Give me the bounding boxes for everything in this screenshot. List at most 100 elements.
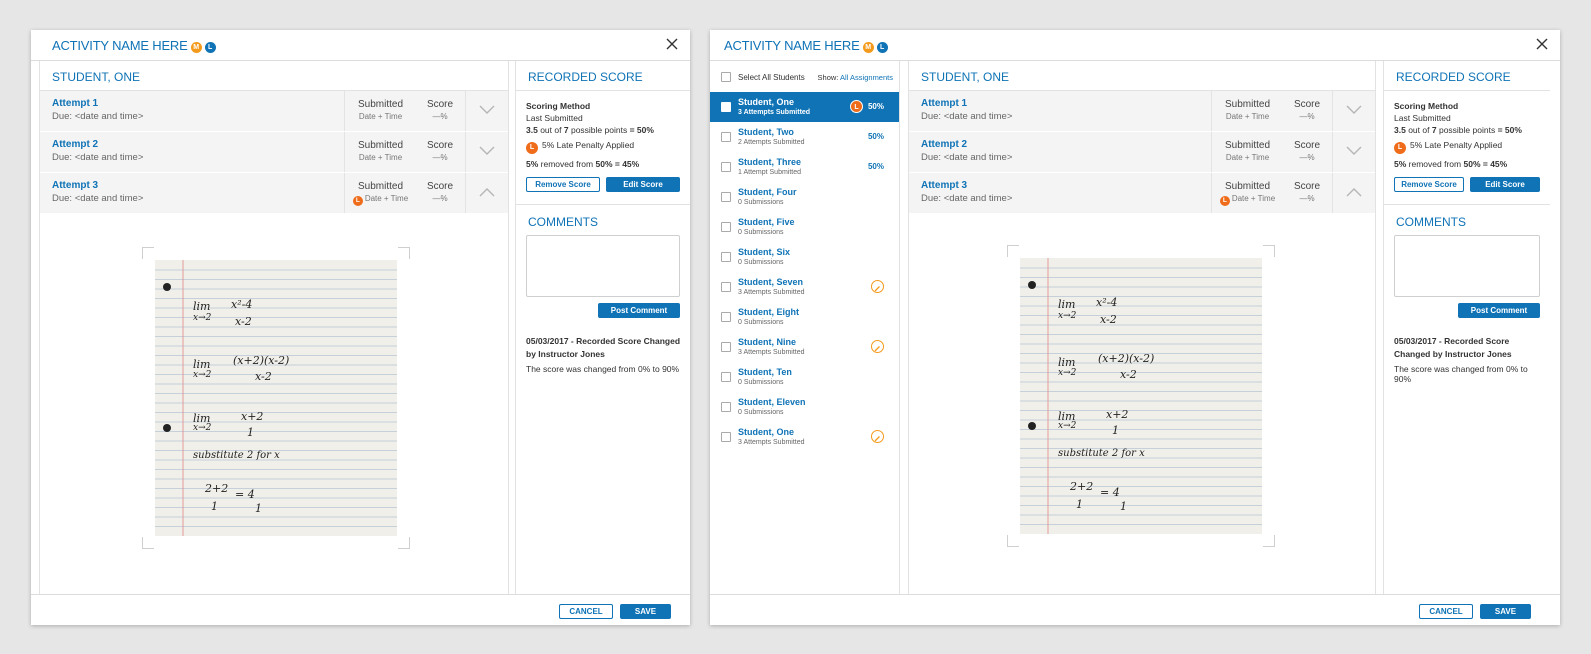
- show-filter[interactable]: Show: All Assignments: [818, 73, 893, 82]
- student-name[interactable]: Student, Seven: [738, 277, 803, 287]
- student-name[interactable]: Student, Three: [738, 157, 801, 167]
- submission-image: lim x→2 x²-4 x-2 lim x→2 (x+2)(x-2) x-2 lim x→2 x+…: [155, 260, 397, 536]
- scoring-method-label: Scoring Method: [1394, 101, 1459, 111]
- attempt-toggle[interactable]: [1332, 132, 1375, 172]
- handwriting-text: x→2: [1058, 421, 1077, 431]
- cancel-button[interactable]: CANCEL: [1419, 604, 1473, 619]
- close-icon[interactable]: [664, 36, 680, 52]
- attempt-name[interactable]: Attempt 3: [921, 180, 967, 191]
- edit-score-button[interactable]: Edit Score: [1470, 177, 1540, 192]
- handwriting-text: x²-4: [231, 298, 253, 311]
- student-roster: Select All Students Show: All Assignment…: [710, 61, 900, 594]
- comments-section: COMMENTS Post Comment 05/03/2017 - Recorde…: [516, 205, 690, 374]
- student-checkbox[interactable]: [721, 402, 731, 412]
- needs-grading-icon[interactable]: [871, 280, 884, 293]
- attempt-name[interactable]: Attempt 2: [52, 139, 98, 150]
- attempt-due: Due: <date and time>: [52, 193, 144, 204]
- handwriting-text: 1: [211, 500, 218, 513]
- penalty-calculation: 5% removed from 50% = 45%: [526, 159, 640, 169]
- student-list-item[interactable]: Student, Ten 0 Submissions: [710, 362, 899, 392]
- student-list-item[interactable]: Student, One 3 Attempts Submitted: [710, 422, 899, 452]
- student-name[interactable]: Student, Eight: [738, 307, 799, 317]
- handwriting-text: (x+2)(x-2): [1098, 352, 1155, 365]
- attempt-row[interactable]: Attempt 1 Due: <date and time> Submitted Da…: [909, 91, 1375, 132]
- handwriting-text: x→2: [193, 313, 212, 323]
- remove-score-button[interactable]: Remove Score: [1394, 177, 1464, 192]
- cancel-button[interactable]: CANCEL: [559, 604, 613, 619]
- student-list-item[interactable]: Student, Three 1 Attempt Submitted 50%: [710, 152, 899, 182]
- student-checkbox[interactable]: [721, 342, 731, 352]
- post-comment-button[interactable]: Post Comment: [598, 303, 680, 318]
- comment-textarea[interactable]: [526, 235, 680, 297]
- attempt-row[interactable]: Attempt 3 Due: <date and time> Submitted L D…: [40, 173, 508, 214]
- save-button[interactable]: SAVE: [1480, 604, 1531, 619]
- student-list-item[interactable]: Student, Four 0 Submissions: [710, 182, 899, 212]
- attempt-name[interactable]: Attempt 1: [52, 98, 98, 109]
- student-submissions: 1 Attempt Submitted: [738, 169, 802, 176]
- student-checkbox[interactable]: [721, 432, 731, 442]
- student-checkbox[interactable]: [721, 252, 731, 262]
- handwriting-text: x²-4: [1096, 296, 1118, 309]
- student-list-item[interactable]: Student, Five 0 Submissions: [710, 212, 899, 242]
- needs-grading-icon[interactable]: [871, 430, 884, 443]
- student-checkbox[interactable]: [721, 132, 731, 142]
- student-submissions: 0 Submissions: [738, 229, 784, 236]
- student-submissions: 2 Attempts Submitted: [738, 139, 805, 146]
- post-comment-button[interactable]: Post Comment: [1458, 303, 1540, 318]
- student-list-item[interactable]: Student, Eleven 0 Submissions: [710, 392, 899, 422]
- remove-score-button[interactable]: Remove Score: [526, 177, 600, 192]
- handwriting-text: x-2: [1120, 368, 1137, 381]
- show-filter-value[interactable]: All Assignments: [840, 73, 893, 82]
- student-name[interactable]: Student, Nine: [738, 337, 796, 347]
- student-name[interactable]: Student, Five: [738, 217, 795, 227]
- handwriting-text: 2+2: [205, 482, 229, 495]
- student-submissions: 3 Attempts Submitted: [738, 109, 811, 116]
- attempt-name[interactable]: Attempt 3: [52, 180, 98, 191]
- attempt-row[interactable]: Attempt 1 Due: <date and time> Submitted Da…: [40, 91, 508, 132]
- select-all-checkbox[interactable]: [721, 72, 731, 82]
- student-checkbox[interactable]: [721, 102, 731, 112]
- comment-textarea[interactable]: [1394, 235, 1540, 297]
- edit-score-button[interactable]: Edit Score: [606, 177, 680, 192]
- close-icon[interactable]: [1534, 36, 1550, 52]
- late-penalty-icon: L: [1219, 196, 1230, 206]
- student-list-item[interactable]: Student, Six 0 Submissions: [710, 242, 899, 272]
- student-name[interactable]: Student, Ten: [738, 367, 792, 377]
- student-name[interactable]: Student, Eleven: [738, 397, 806, 407]
- attempt-toggle[interactable]: [465, 132, 508, 172]
- student-checkbox[interactable]: [721, 372, 731, 382]
- student-checkbox[interactable]: [721, 312, 731, 322]
- attempt-toggle[interactable]: [465, 173, 508, 213]
- student-name[interactable]: Student, One: [738, 97, 794, 107]
- attempt-name[interactable]: Attempt 1: [921, 98, 967, 109]
- student-list-item[interactable]: Student, Eight 0 Submissions: [710, 302, 899, 332]
- attempt-toggle[interactable]: [1332, 173, 1375, 213]
- attempt-row[interactable]: Attempt 3 Due: <date and time> Submitted L D…: [909, 173, 1375, 214]
- student-name[interactable]: Student, Two: [738, 127, 794, 137]
- student-checkbox[interactable]: [721, 282, 731, 292]
- student-list-item[interactable]: Student, One 3 Attempts Submitted 50% L: [710, 92, 899, 122]
- attempt-name[interactable]: Attempt 2: [921, 139, 967, 150]
- student-list-item[interactable]: Student, Nine 3 Attempts Submitted: [710, 332, 899, 362]
- attempt-submitted: Submitted Date + Time: [344, 132, 416, 172]
- student-checkbox[interactable]: [721, 162, 731, 172]
- attempt-row[interactable]: Attempt 2 Due: <date and time> Submitted Da…: [40, 132, 508, 173]
- handwriting-text: 1: [1076, 498, 1083, 511]
- student-list-item[interactable]: Student, Seven 3 Attempts Submitted: [710, 272, 899, 302]
- chevron-down-icon: [479, 146, 495, 155]
- attempt-toggle[interactable]: [465, 91, 508, 131]
- student-name[interactable]: Student, Six: [738, 247, 790, 257]
- student-checkbox[interactable]: [721, 192, 731, 202]
- save-button[interactable]: SAVE: [620, 604, 671, 619]
- student-list-item[interactable]: Student, Two 2 Attempts Submitted 50%: [710, 122, 899, 152]
- handwriting-text: x→2: [1058, 368, 1077, 378]
- attempt-toggle[interactable]: [1332, 91, 1375, 131]
- student-checkbox[interactable]: [721, 222, 731, 232]
- student-name[interactable]: Student, Four: [738, 187, 797, 197]
- attempt-score: Score —%: [1293, 140, 1321, 162]
- student-name[interactable]: Student, One: [738, 427, 794, 437]
- handwriting-text: = 4: [235, 488, 255, 501]
- attempt-row[interactable]: Attempt 2 Due: <date and time> Submitted Da…: [909, 132, 1375, 173]
- needs-grading-icon[interactable]: [871, 340, 884, 353]
- attempt-score: Score —%: [426, 140, 454, 162]
